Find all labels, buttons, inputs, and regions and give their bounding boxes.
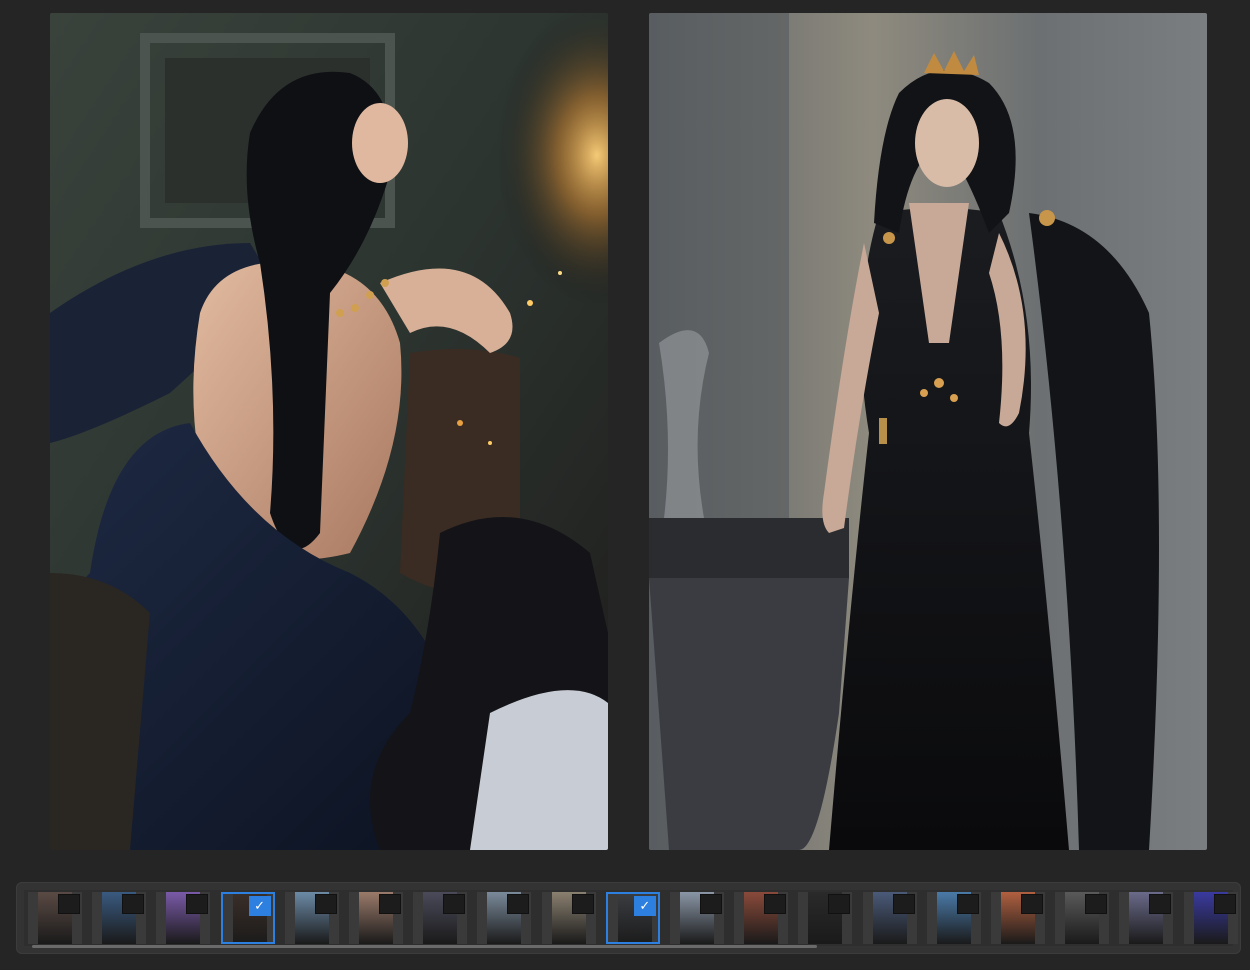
selection-checkbox[interactable] (1149, 894, 1172, 914)
selection-checkbox[interactable] (186, 894, 209, 914)
thumbnail-strip: ✓ ✓ (24, 890, 1238, 946)
thumbnail[interactable] (1055, 892, 1110, 944)
selection-checkbox[interactable] (122, 894, 145, 914)
thumbnail[interactable] (862, 892, 917, 944)
filmstrip: ✓ ✓ (16, 882, 1241, 954)
selection-checkbox[interactable] (571, 894, 594, 914)
thumbnail[interactable] (1119, 892, 1174, 944)
thumbnail[interactable] (926, 892, 981, 944)
image-viewer (0, 0, 1250, 860)
selection-checkbox[interactable] (892, 894, 915, 914)
selection-checkbox[interactable] (507, 894, 530, 914)
thumbnail[interactable] (28, 892, 82, 944)
selection-checkbox[interactable] (314, 894, 337, 914)
painting-woman-back (50, 13, 608, 850)
selection-checkbox[interactable] (956, 894, 979, 914)
thumbnail[interactable] (1183, 892, 1238, 944)
checkmark-icon[interactable]: ✓ (633, 896, 656, 916)
selection-checkbox[interactable] (443, 894, 466, 914)
thumbnail[interactable] (734, 892, 789, 944)
selection-checkbox[interactable] (1085, 894, 1108, 914)
selection-checkbox[interactable] (828, 894, 851, 914)
selection-checkbox[interactable] (700, 894, 722, 914)
thumbnail[interactable] (670, 892, 724, 944)
thumbnail[interactable]: ✓ (605, 892, 660, 944)
filmstrip-scrollbar[interactable] (32, 945, 817, 948)
thumbnail[interactable] (798, 892, 853, 944)
left-image[interactable] (50, 13, 608, 850)
checkmark-icon[interactable]: ✓ (248, 896, 271, 916)
thumbnail[interactable] (991, 892, 1045, 944)
thumbnail[interactable] (541, 892, 596, 944)
selection-checkbox[interactable] (58, 894, 80, 914)
selection-checkbox[interactable] (1213, 894, 1236, 914)
thumbnail[interactable] (349, 892, 403, 944)
selection-checkbox[interactable] (764, 894, 787, 914)
thumbnail[interactable] (477, 892, 532, 944)
thumbnail[interactable] (413, 892, 468, 944)
thumbnail[interactable] (156, 892, 211, 944)
selection-checkbox[interactable] (1021, 894, 1043, 914)
painting-woman-black-gown (649, 13, 1207, 850)
thumbnail[interactable] (284, 892, 339, 944)
thumbnail[interactable]: ✓ (220, 892, 275, 944)
selection-checkbox[interactable] (379, 894, 401, 914)
thumbnail[interactable] (92, 892, 147, 944)
right-image[interactable] (649, 13, 1207, 850)
